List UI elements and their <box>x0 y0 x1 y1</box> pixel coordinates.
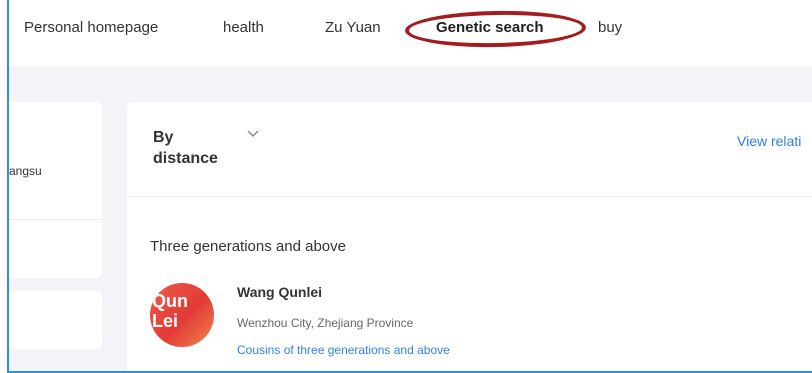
relatives-panel: By distance View relati Three generation… <box>127 102 812 371</box>
section-title: Three generations and above <box>150 238 346 255</box>
relative-name[interactable]: Wang Qunlei <box>237 284 322 300</box>
avatar-text-line-1: Qun <box>152 291 188 311</box>
chevron-down-icon[interactable] <box>246 127 260 141</box>
avatar[interactable]: Qun Lei <box>150 283 214 347</box>
app-frame: Personal homepage health Zu Yuan Genetic… <box>7 0 812 373</box>
relative-relationship-link[interactable]: Cousins of three generations and above <box>237 343 450 357</box>
secondary-card <box>9 291 102 349</box>
view-relatives-link[interactable]: View relati <box>737 133 801 149</box>
avatar-text-line-2: Lei <box>152 311 179 331</box>
profile-card-divider <box>9 219 102 220</box>
profile-location-text: angsu <box>9 164 42 178</box>
annotation-highlight-ring <box>404 9 587 49</box>
sort-dropdown-label[interactable]: By distance <box>153 127 223 169</box>
relative-location: Wenzhou City, Zhejiang Province <box>237 316 414 330</box>
panel-divider <box>127 196 812 197</box>
nav-item-personal-homepage[interactable]: Personal homepage <box>24 19 158 36</box>
profile-summary-card: angsu <box>9 102 102 278</box>
nav-item-zu-yuan[interactable]: Zu Yuan <box>325 19 381 36</box>
top-navigation: Personal homepage health Zu Yuan Genetic… <box>9 0 812 68</box>
nav-item-health[interactable]: health <box>223 19 264 36</box>
nav-item-buy[interactable]: buy <box>598 19 622 36</box>
